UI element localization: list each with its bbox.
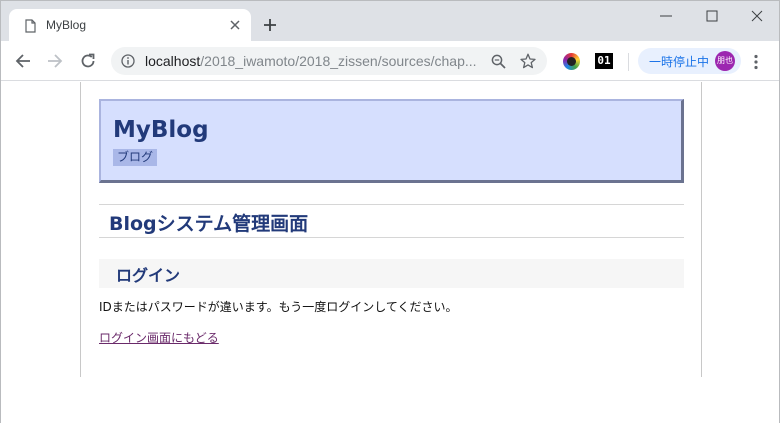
- document-icon: [25, 19, 36, 33]
- star-icon[interactable]: [520, 53, 536, 69]
- arrow-right-icon[interactable]: [47, 53, 63, 69]
- more-vert-icon[interactable]: [753, 54, 759, 70]
- address-bar[interactable]: localhost/2018_iwamoto/2018_zissen/sourc…: [111, 47, 547, 75]
- zoom-icon[interactable]: [491, 54, 506, 69]
- page-container: MyBlog ブログ Blogシステム管理画面 ログイン IDまたはパスワードが…: [80, 82, 702, 377]
- section-heading: ログイン: [99, 259, 684, 288]
- toolbar-divider: [628, 53, 629, 71]
- section-heading-text: ログイン: [116, 266, 181, 285]
- profile-status: 一時停止中: [649, 55, 710, 69]
- url-host: localhost: [145, 53, 201, 69]
- tab-strip: MyBlog: [1, 1, 779, 41]
- site-tagline: ブログ: [113, 149, 158, 166]
- window-close-icon[interactable]: [750, 9, 764, 23]
- toolbar: localhost/2018_iwamoto/2018_zissen/sourc…: [1, 41, 779, 81]
- back-to-login-link[interactable]: ログイン画面にもどる: [99, 329, 219, 346]
- info-icon[interactable]: [121, 54, 135, 68]
- site-title: MyBlog: [113, 117, 209, 143]
- url-path: /2018_iwamoto/2018_zissen/sources/chap..…: [200, 53, 477, 69]
- profile-button[interactable]: 一時停止中 朋也: [638, 48, 741, 74]
- error-message: IDまたはパスワードが違います。もう一度ログインしてください。: [99, 300, 458, 314]
- avatar: 朋也: [715, 51, 735, 71]
- browser-window: MyBlog localhost/2018_iwamoto/2018_zisse…: [0, 0, 780, 423]
- reload-icon[interactable]: [80, 53, 96, 69]
- color-extension-icon[interactable]: [563, 53, 580, 70]
- tab-title: MyBlog: [46, 18, 87, 32]
- page-viewport: MyBlog ブログ Blogシステム管理画面 ログイン IDまたはパスワードが…: [1, 82, 779, 423]
- url-text[interactable]: localhost/2018_iwamoto/2018_zissen/sourc…: [145, 53, 477, 69]
- close-icon[interactable]: [229, 19, 241, 31]
- plus-icon[interactable]: [263, 18, 277, 32]
- extension-01-icon[interactable]: 01: [595, 53, 613, 69]
- site-header: MyBlog ブログ: [99, 99, 684, 183]
- maximize-icon[interactable]: [705, 9, 719, 23]
- tab-myblog[interactable]: MyBlog: [9, 9, 251, 41]
- page-title: Blogシステム管理画面: [99, 204, 684, 238]
- page-title-text: Blogシステム管理画面: [109, 213, 309, 235]
- arrow-left-icon[interactable]: [15, 53, 31, 69]
- minimize-icon[interactable]: [659, 9, 673, 23]
